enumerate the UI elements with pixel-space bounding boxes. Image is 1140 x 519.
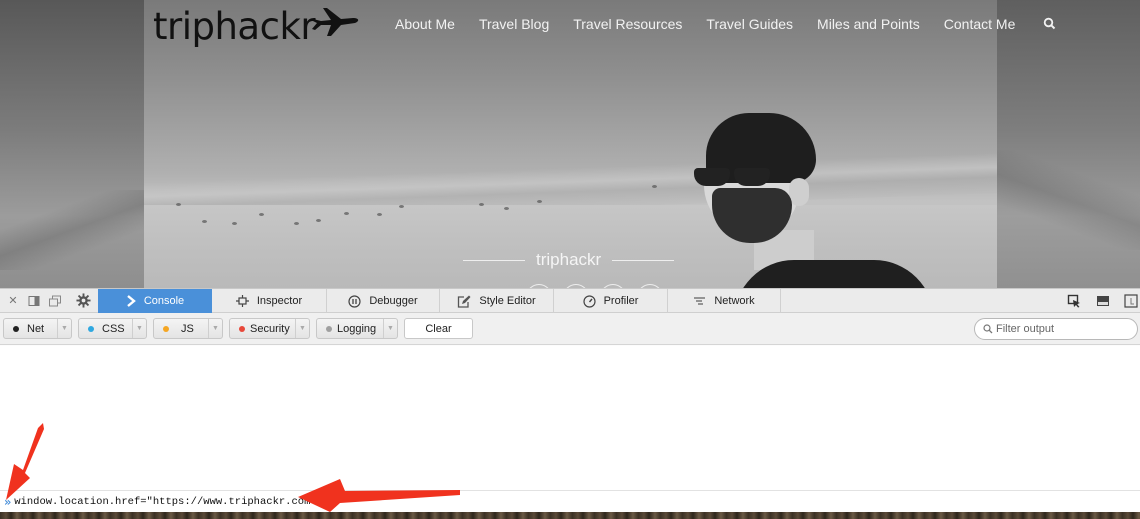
rock bbox=[479, 203, 484, 206]
rock bbox=[294, 222, 299, 225]
filter-label: Logging bbox=[337, 322, 377, 335]
filter-output-field[interactable] bbox=[974, 318, 1138, 340]
chevron-down-icon[interactable]: ▼ bbox=[208, 319, 222, 338]
rock bbox=[377, 213, 382, 216]
site-logo[interactable]: triphackr bbox=[153, 4, 361, 50]
hero-caption: triphackr bbox=[463, 250, 675, 270]
close-icon[interactable]: ✕ bbox=[6, 294, 20, 308]
hero-person-photo bbox=[684, 110, 984, 288]
rock bbox=[232, 222, 237, 225]
tab-label: Style Editor bbox=[479, 295, 536, 307]
tab-inspector[interactable]: Inspector bbox=[212, 289, 327, 313]
rock bbox=[344, 212, 349, 215]
pick-element-icon[interactable] bbox=[1067, 294, 1081, 308]
split-console-icon[interactable] bbox=[1096, 294, 1110, 308]
rock bbox=[176, 203, 181, 206]
logging-dot-icon bbox=[326, 325, 332, 332]
background-right bbox=[997, 0, 1140, 288]
filter-logging-button[interactable]: Logging ▼ bbox=[316, 318, 398, 339]
console-output bbox=[0, 346, 1140, 490]
profiler-gauge-icon bbox=[582, 294, 596, 308]
airplane-icon bbox=[311, 8, 359, 36]
rock bbox=[652, 185, 657, 188]
rock bbox=[504, 207, 509, 210]
search-icon[interactable] bbox=[1043, 17, 1057, 31]
tab-label: Profiler bbox=[603, 295, 639, 307]
dock-side-icon[interactable] bbox=[27, 294, 41, 308]
prompt-chevron-icon: » bbox=[4, 494, 11, 509]
caption-rule-right bbox=[612, 259, 675, 261]
chevron-down-icon[interactable]: ▼ bbox=[57, 319, 71, 338]
rock bbox=[316, 219, 321, 222]
tab-console[interactable]: Console bbox=[98, 289, 212, 313]
nav-miles-and-points[interactable]: Miles and Points bbox=[817, 16, 920, 32]
hero-title: triphackr bbox=[536, 250, 602, 269]
tab-label: Debugger bbox=[369, 295, 418, 307]
console-input-text[interactable]: window.location.href="https://www.tripha… bbox=[14, 496, 310, 508]
filter-net-button[interactable]: Net ▼ bbox=[3, 318, 72, 339]
website-viewport: triphackr About Me Travel Blog Travel Re… bbox=[0, 0, 1140, 288]
chevron-down-icon[interactable]: ▼ bbox=[383, 319, 397, 338]
settings-gear-icon[interactable] bbox=[76, 293, 91, 308]
rock bbox=[202, 220, 207, 223]
console-chevron-icon bbox=[127, 295, 136, 307]
net-dot-icon bbox=[13, 325, 19, 332]
tab-style-editor[interactable]: Style Editor bbox=[440, 289, 554, 313]
filter-output-input[interactable] bbox=[996, 323, 1126, 335]
js-dot-icon bbox=[163, 325, 169, 332]
logo-text: triphackr bbox=[153, 5, 316, 48]
filter-label: CSS bbox=[102, 322, 125, 335]
main-nav: About Me Travel Blog Travel Resources Tr… bbox=[395, 12, 1057, 36]
rock bbox=[259, 213, 264, 216]
security-dot-icon bbox=[239, 325, 245, 332]
devtools-panel: ✕ Console Inspector Debugger Style Edito… bbox=[0, 288, 1140, 512]
tab-network[interactable]: Network bbox=[668, 289, 781, 313]
search-icon bbox=[983, 324, 993, 334]
responsive-mode-icon[interactable] bbox=[1124, 294, 1138, 308]
nav-contact-me[interactable]: Contact Me bbox=[944, 16, 1016, 32]
rock bbox=[537, 200, 542, 203]
filter-security-button[interactable]: Security ▼ bbox=[229, 318, 310, 339]
tab-label: Console bbox=[143, 295, 185, 307]
inspector-frame-icon bbox=[235, 295, 249, 307]
style-editor-pencil-icon bbox=[458, 295, 471, 308]
page-background-strip bbox=[0, 512, 1140, 519]
nav-about-me[interactable]: About Me bbox=[395, 16, 455, 32]
nav-travel-resources[interactable]: Travel Resources bbox=[573, 16, 682, 32]
filter-label: JS bbox=[181, 322, 194, 335]
caption-rule-left bbox=[463, 259, 525, 261]
console-input-line[interactable]: » window.location.href="https://www.trip… bbox=[0, 490, 1140, 512]
devtools-tabbar: ✕ Console Inspector Debugger Style Edito… bbox=[0, 288, 1140, 313]
network-waterfall-icon bbox=[694, 296, 706, 305]
tab-label: Network bbox=[714, 295, 755, 307]
chevron-down-icon[interactable]: ▼ bbox=[132, 319, 146, 338]
css-dot-icon bbox=[88, 325, 94, 332]
console-filterbar: Net ▼ CSS ▼ JS ▼ Security ▼ Logging ▼ Cl… bbox=[0, 313, 1140, 345]
background-left bbox=[0, 0, 144, 288]
undock-window-icon[interactable] bbox=[48, 294, 62, 308]
tab-profiler[interactable]: Profiler bbox=[554, 289, 668, 313]
clear-button[interactable]: Clear bbox=[404, 318, 473, 339]
tab-debugger[interactable]: Debugger bbox=[327, 289, 440, 313]
chevron-down-icon[interactable]: ▼ bbox=[295, 319, 309, 338]
screenshot-root: triphackr About Me Travel Blog Travel Re… bbox=[0, 0, 1140, 519]
filter-label: Net bbox=[27, 322, 45, 335]
filter-css-button[interactable]: CSS ▼ bbox=[78, 318, 147, 339]
nav-travel-blog[interactable]: Travel Blog bbox=[479, 16, 549, 32]
filter-label: Security bbox=[250, 322, 290, 335]
rock bbox=[399, 205, 404, 208]
nav-travel-guides[interactable]: Travel Guides bbox=[706, 16, 793, 32]
filter-js-button[interactable]: JS ▼ bbox=[153, 318, 223, 339]
tab-label: Inspector bbox=[256, 295, 303, 307]
debugger-pause-icon bbox=[348, 294, 361, 308]
